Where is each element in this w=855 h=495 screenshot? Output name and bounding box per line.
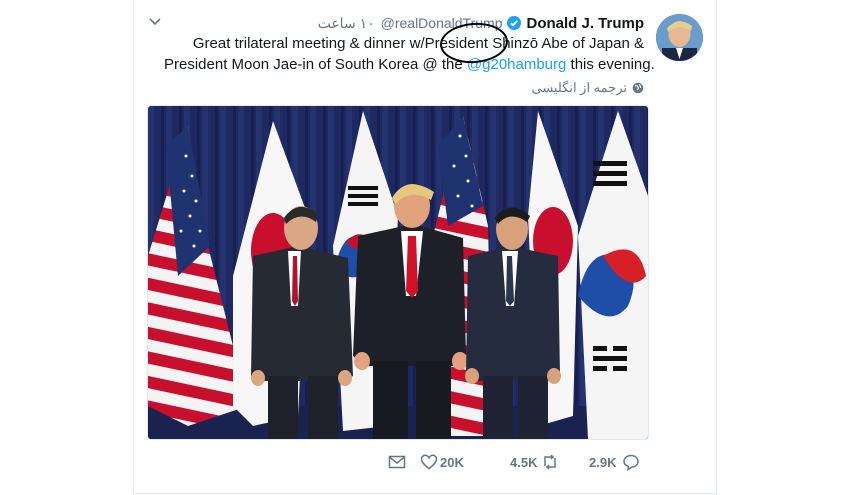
text-segment: Great trilateral meeting & dinner w/ [192, 35, 425, 52]
display-name[interactable]: Donald J. Trump [526, 15, 644, 32]
translate-label: ترجمه از انگلیسی [531, 80, 628, 95]
avatar[interactable] [656, 14, 703, 61]
reply-button[interactable]: 2.9K [589, 452, 640, 472]
tweet-card[interactable]: ۱۰ ساعت @realDonaldTrump Donald J. Trump… [133, 0, 717, 494]
tweet-text-line-1: Great trilateral meeting & dinner w/Pres… [164, 33, 644, 54]
like-count: 20K [440, 454, 464, 470]
tweet-text: Great trilateral meeting & dinner w/Pres… [164, 33, 655, 75]
retweet-button[interactable]: 4.5K [510, 452, 559, 472]
retweet-count: 4.5K [510, 454, 538, 470]
dm-button[interactable] [388, 452, 406, 472]
globe-icon [632, 82, 644, 94]
tweet-text-line-2: President Moon Jae-in of South Korea @ t… [164, 54, 655, 75]
like-button[interactable]: 20K [420, 452, 464, 472]
photo-leaders-with-flags [148, 106, 648, 439]
tweet-timestamp[interactable]: ۱۰ ساعت [318, 15, 375, 32]
verified-badge-icon [507, 16, 522, 30]
tweet-photo[interactable] [147, 105, 649, 440]
tweet-actions: 20K 4.5K 2.9K [384, 452, 644, 472]
envelope-icon [388, 455, 406, 469]
text-segment: President Moon Jae-in of South Korea @ t… [164, 56, 467, 73]
text-segment: Shinzō Abe of Japan & [488, 35, 644, 52]
translate-link[interactable]: ترجمه از انگلیسی [532, 79, 645, 97]
reply-icon [623, 454, 640, 471]
heart-icon [420, 454, 438, 470]
chevron-down-icon[interactable] [147, 14, 163, 30]
card-divider [134, 493, 716, 494]
reply-count: 2.9K [589, 454, 617, 470]
retweet-icon [544, 454, 557, 470]
text-segment: this evening. [566, 56, 655, 73]
